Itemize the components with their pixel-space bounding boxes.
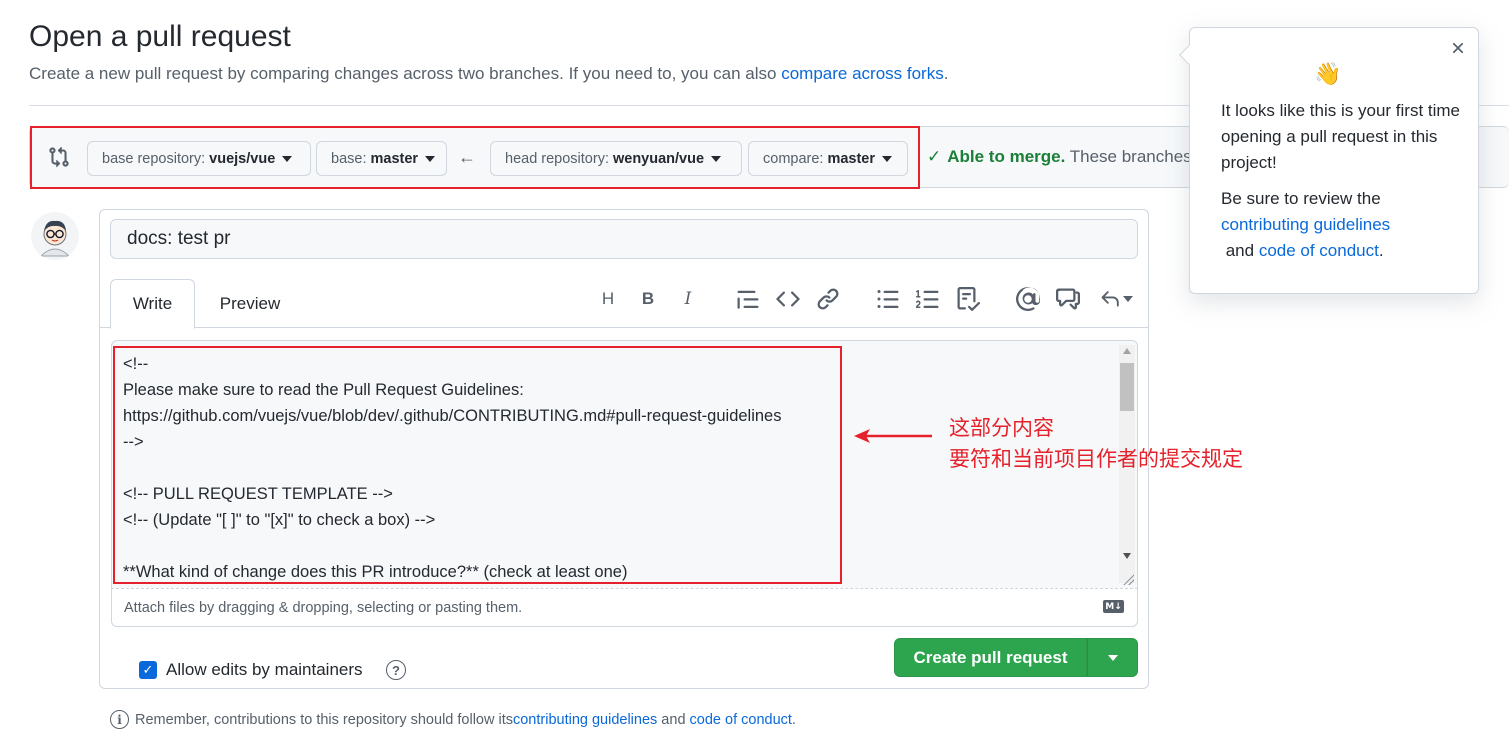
caret-down-icon <box>882 155 893 162</box>
wave-emoji-icon: 👋 <box>1314 61 1342 86</box>
create-pr-options-dropdown[interactable] <box>1087 638 1138 677</box>
git-compare-icon <box>49 146 69 168</box>
check-icon: ✓ <box>927 147 942 166</box>
base-branch-label: base: <box>331 150 367 167</box>
heading-button[interactable]: H <box>596 287 620 311</box>
footer-contributing-link[interactable]: contributing guidelines <box>513 712 657 728</box>
popover-message: It looks like this is your first time op… <box>1221 101 1461 172</box>
attach-hint: Attach files by dragging & dropping, sel… <box>124 599 523 616</box>
saved-replies-button[interactable] <box>1096 287 1136 311</box>
compare-branch-select[interactable]: compare: master <box>748 141 908 176</box>
info-icon: i <box>110 710 129 729</box>
bold-button[interactable]: B <box>636 287 660 311</box>
caret-down-icon <box>1122 296 1133 302</box>
footer-and: and <box>657 711 690 728</box>
compare-across-forks-link[interactable]: compare across forks <box>781 64 944 83</box>
allow-edits-label[interactable]: Allow edits by maintainers <box>166 660 363 680</box>
reply-icon <box>1101 291 1119 307</box>
caret-down-icon <box>1107 654 1118 661</box>
annotation-arrow-icon <box>854 429 932 443</box>
markdown-icon[interactable]: M↓ <box>1103 600 1124 613</box>
base-repo-label: base repository: <box>102 150 206 167</box>
footer-prefix: Remember, contributions to this reposito… <box>135 711 513 728</box>
popover-code-of-conduct-link[interactable]: code of conduct <box>1259 241 1379 260</box>
footer-code-of-conduct-link[interactable]: code of conduct <box>690 712 792 728</box>
popover-contributing-link[interactable]: contributing guidelines <box>1221 215 1390 234</box>
code-icon[interactable] <box>776 287 800 311</box>
create-pull-request-button[interactable]: Create pull request <box>894 638 1087 677</box>
scroll-up-arrow-icon[interactable] <box>1123 348 1131 354</box>
head-repo-value: wenyuan/vue <box>612 150 705 167</box>
popover-suffix: . <box>1378 241 1384 260</box>
base-repository-select[interactable]: base repository: vuejs/vue <box>87 141 311 176</box>
close-icon[interactable] <box>1449 37 1467 59</box>
cross-reference-icon[interactable] <box>1056 287 1080 311</box>
task-list-icon[interactable] <box>956 287 980 311</box>
tab-preview[interactable]: Preview <box>205 279 295 329</box>
scroll-thumb[interactable] <box>1120 363 1134 411</box>
head-repository-select[interactable]: head repository: wenyuan/vue <box>490 141 742 176</box>
base-branch-value: master <box>370 150 419 167</box>
attach-files-bar[interactable]: Attach files by dragging & dropping, sel… <box>111 588 1138 627</box>
pr-body-text: <!-- Please make sure to read the Pull R… <box>123 355 782 581</box>
merge-status: ✓ Able to merge. These branches <box>927 147 1190 167</box>
quote-icon[interactable] <box>736 287 760 311</box>
pr-title-input[interactable]: docs: test pr <box>110 219 1138 259</box>
annotation-line-1: 这部分内容 <box>949 416 1054 440</box>
merge-ok-text: Able to merge. <box>947 147 1066 166</box>
annotation-text: 这部分内容要符和当前项目作者的提交规定 <box>949 413 1243 475</box>
arrow-left-icon: ← <box>458 147 476 167</box>
unordered-list-icon[interactable] <box>876 287 900 311</box>
annotation-line-2: 要符和当前项目作者的提交规定 <box>949 447 1243 471</box>
page-title: Open a pull request <box>29 20 291 53</box>
merge-detail-text: These branches <box>1065 147 1190 166</box>
popover-review-prefix: Be sure to review the <box>1221 189 1381 208</box>
caret-down-icon <box>282 155 293 162</box>
caret-down-icon <box>711 155 722 162</box>
tab-write[interactable]: Write <box>110 279 195 329</box>
mention-icon[interactable] <box>1016 287 1040 311</box>
caret-down-icon <box>425 155 436 162</box>
contribution-note: i Remember, contributions to this reposi… <box>110 710 796 729</box>
subtitle-suffix: . <box>943 64 949 83</box>
question-icon[interactable]: ? <box>386 660 406 680</box>
user-avatar[interactable] <box>31 212 79 260</box>
head-repo-label: head repository: <box>505 150 609 167</box>
scroll-down-arrow-icon[interactable] <box>1123 553 1131 559</box>
subtitle-text: Create a new pull request by comparing c… <box>29 64 782 83</box>
allow-edits-checkbox[interactable]: ✓ <box>139 661 157 679</box>
resize-grip-icon[interactable] <box>1122 573 1134 585</box>
compare-branch-label: compare: <box>763 150 824 167</box>
compare-branch-value: master <box>827 150 876 167</box>
italic-button[interactable]: I <box>676 287 700 311</box>
ordered-list-icon[interactable] <box>916 287 940 311</box>
base-repo-value: vuejs/vue <box>209 150 276 167</box>
base-branch-select[interactable]: base: master <box>316 141 447 176</box>
footer-suffix: . <box>791 711 796 728</box>
popover-and: and <box>1221 241 1259 260</box>
page-subtitle: Create a new pull request by comparing c… <box>29 64 948 84</box>
link-icon[interactable] <box>816 287 840 311</box>
popover-review-note: Be sure to review the contributing guide… <box>1221 186 1461 264</box>
